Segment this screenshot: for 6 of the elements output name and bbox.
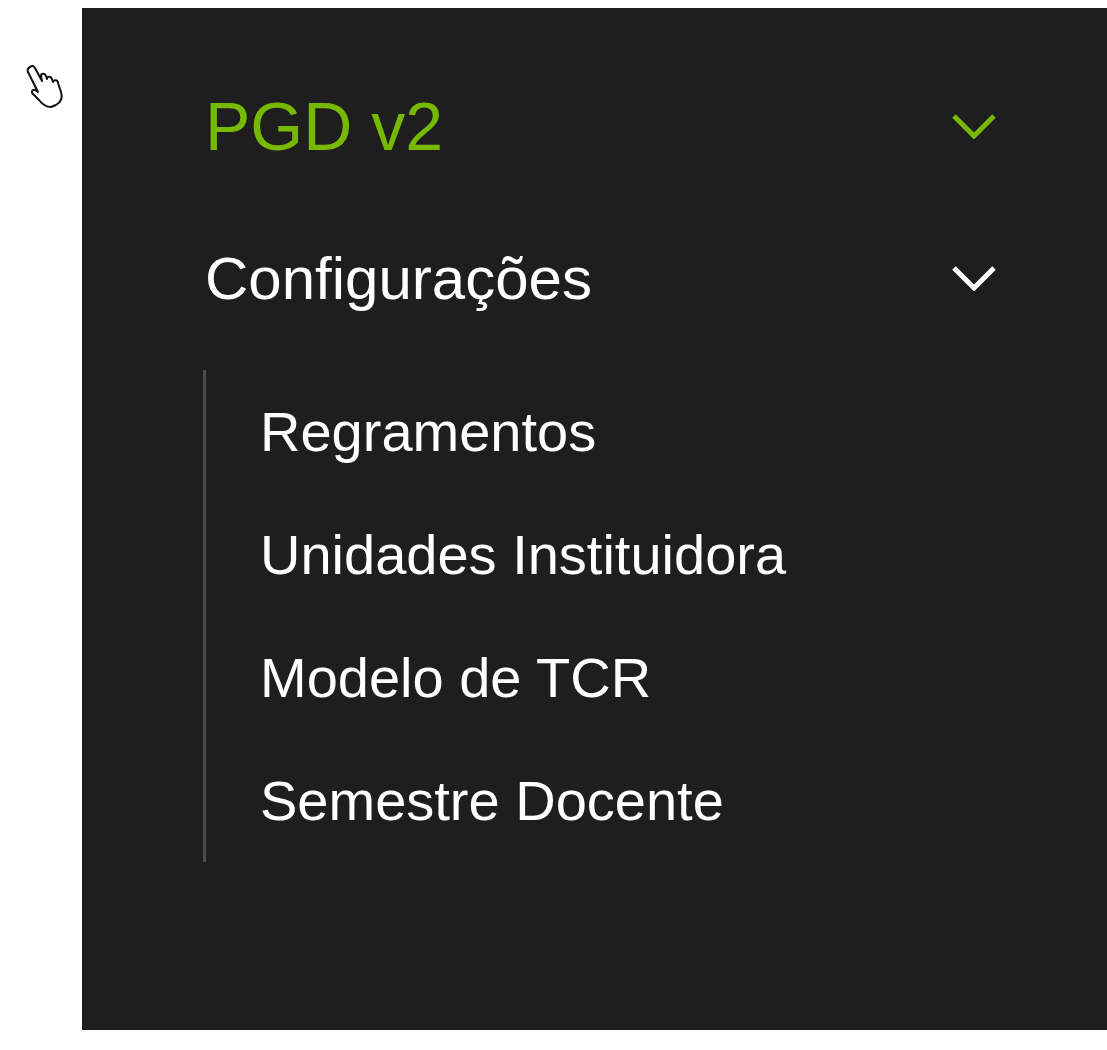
menu-heading[interactable]: PGD v2 xyxy=(205,87,444,165)
menu-item[interactable]: Regramentos xyxy=(260,399,597,464)
menu-item[interactable]: Semestre Docente xyxy=(260,768,724,833)
menu-item[interactable]: Unidades Instituidora xyxy=(260,522,787,587)
menu-section[interactable]: Configurações xyxy=(205,243,592,313)
menu-item[interactable]: Modelo de TCR xyxy=(260,645,652,710)
